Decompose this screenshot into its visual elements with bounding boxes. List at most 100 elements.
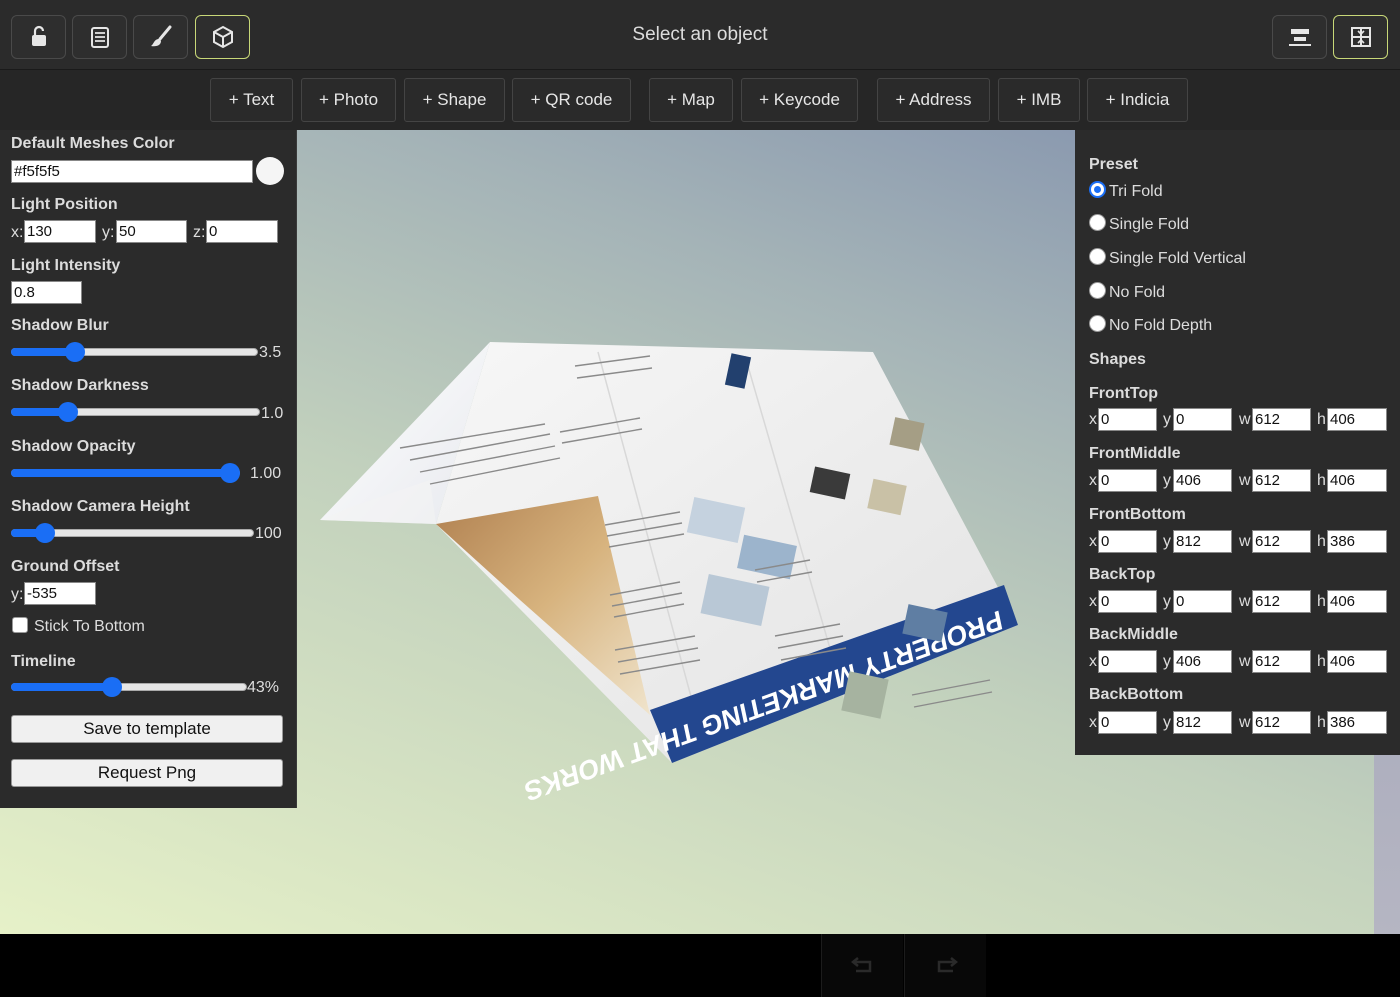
shadow-opacity-value: 1.00: [250, 465, 282, 482]
preset-radio-no-fold-depth[interactable]: [1089, 315, 1106, 332]
shape-name-fronttop: FrontTop: [1089, 385, 1159, 402]
shadow-blur-label: Shadow Blur: [11, 317, 109, 334]
undo-button[interactable]: [821, 934, 903, 997]
shape-x-input[interactable]: 0: [1098, 590, 1157, 613]
add-text-button[interactable]: + Text: [210, 78, 293, 122]
shape-h-input[interactable]: 406: [1327, 469, 1387, 492]
shape-x-label: x: [1089, 593, 1097, 610]
shape-w-label: w: [1239, 714, 1251, 731]
shape-h-input[interactable]: 406: [1327, 650, 1387, 673]
shape-w-input[interactable]: 612: [1252, 530, 1311, 553]
shadow-blur-slider[interactable]: [11, 342, 258, 362]
add-address-button[interactable]: + Address: [877, 78, 990, 122]
top-toolbar: Select an object: [0, 0, 1400, 70]
shape-y-label: y: [1163, 653, 1171, 670]
slider-thumb[interactable]: [220, 463, 240, 483]
shape-w-input[interactable]: 612: [1252, 408, 1311, 431]
shape-x-input[interactable]: 0: [1098, 530, 1157, 553]
preset-label-no-fold-depth: No Fold Depth: [1109, 317, 1213, 334]
add-keycode-button[interactable]: + Keycode: [741, 78, 858, 122]
shape-y-input[interactable]: 0: [1173, 408, 1232, 431]
shadow-blur-value: 3.5: [259, 344, 282, 361]
shape-y-input[interactable]: 812: [1173, 530, 1232, 553]
shape-y-input[interactable]: 0: [1173, 590, 1232, 613]
preset-radio-tri-fold[interactable]: [1089, 181, 1106, 198]
shape-h-label: h: [1317, 472, 1326, 489]
shadow-opacity-slider[interactable]: [11, 463, 240, 483]
redo-icon: [937, 956, 958, 972]
preset-radio-single-fold[interactable]: [1089, 214, 1106, 231]
light-intensity-input[interactable]: 0.8: [11, 281, 82, 304]
shape-w-label: w: [1239, 653, 1251, 670]
shape-name-backbottom: BackBottom: [1089, 686, 1184, 703]
stick-to-bottom-checkbox[interactable]: [12, 617, 28, 633]
shape-name-backtop: BackTop: [1089, 566, 1156, 583]
add-object-bar: + Text + Photo + Shape + QR code + Map +…: [0, 70, 1400, 130]
slider-thumb[interactable]: [102, 677, 123, 697]
slider-thumb[interactable]: [65, 342, 86, 362]
shadow-camera-slider[interactable]: [11, 523, 254, 543]
meshes-color-swatch[interactable]: [256, 157, 284, 185]
shape-name-frontbottom: FrontBottom: [1089, 506, 1186, 523]
preset-label: Preset: [1089, 156, 1138, 173]
shape-w-label: w: [1239, 533, 1251, 550]
shape-w-input[interactable]: 612: [1252, 590, 1311, 613]
shape-y-input[interactable]: 406: [1173, 650, 1232, 673]
add-photo-button[interactable]: + Photo: [301, 78, 396, 122]
add-map-button[interactable]: + Map: [649, 78, 733, 122]
preset-radio-no-fold[interactable]: [1089, 282, 1106, 299]
light-x-label: x:: [11, 224, 24, 241]
shape-x-input[interactable]: 0: [1098, 650, 1157, 673]
preset-radio-single-fold-vertical[interactable]: [1089, 248, 1106, 265]
shape-h-input[interactable]: 406: [1327, 590, 1387, 613]
meshes-color-input[interactable]: #f5f5f5: [11, 160, 253, 183]
add-shape-button[interactable]: + Shape: [404, 78, 505, 122]
save-to-template-button[interactable]: Save to template: [11, 715, 283, 743]
shadow-darkness-label: Shadow Darkness: [11, 377, 149, 394]
shape-y-input[interactable]: 406: [1173, 469, 1232, 492]
shadow-darkness-slider[interactable]: [11, 402, 260, 422]
shape-y-label: y: [1163, 714, 1171, 731]
light-z-input[interactable]: 0: [206, 220, 278, 243]
shape-x-label: x: [1089, 411, 1097, 428]
shape-w-input[interactable]: 612: [1252, 469, 1311, 492]
shape-x-label: x: [1089, 472, 1097, 489]
slider-thumb[interactable]: [58, 402, 79, 422]
redo-button[interactable]: [904, 934, 986, 997]
shadow-camera-label: Shadow Camera Height: [11, 498, 190, 515]
ground-y-input[interactable]: -535: [24, 582, 96, 605]
request-png-button[interactable]: Request Png: [11, 759, 283, 787]
shape-x-input[interactable]: 0: [1098, 469, 1157, 492]
shape-x-input[interactable]: 0: [1098, 711, 1157, 734]
align-center-button[interactable]: [1333, 15, 1388, 59]
shape-h-label: h: [1317, 714, 1326, 731]
ground-y-label: y:: [11, 586, 24, 603]
shape-name-backmiddle: BackMiddle: [1089, 626, 1178, 643]
align-bottom-icon: [1288, 29, 1311, 46]
preset-label-single-fold: Single Fold: [1109, 216, 1190, 233]
shape-y-input[interactable]: 812: [1173, 711, 1232, 734]
shape-x-input[interactable]: 0: [1098, 408, 1157, 431]
shape-w-input[interactable]: 612: [1252, 650, 1311, 673]
add-imb-button[interactable]: + IMB: [998, 78, 1080, 122]
align-bottom-button[interactable]: [1272, 15, 1327, 59]
add-indicia-button[interactable]: + Indicia: [1087, 78, 1188, 122]
shape-h-input[interactable]: 406: [1327, 408, 1387, 431]
light-y-input[interactable]: 50: [116, 220, 187, 243]
add-qr-code-button[interactable]: + QR code: [512, 78, 631, 122]
shape-h-label: h: [1317, 411, 1326, 428]
preset-label-single-fold-vertical: Single Fold Vertical: [1109, 250, 1246, 267]
shape-h-input[interactable]: 386: [1327, 530, 1387, 553]
slider-thumb[interactable]: [35, 523, 56, 543]
light-x-input[interactable]: 130: [24, 220, 96, 243]
shape-x-label: x: [1089, 653, 1097, 670]
shape-w-label: w: [1239, 411, 1251, 428]
shape-y-label: y: [1163, 593, 1171, 610]
shape-y-label: y: [1163, 533, 1171, 550]
shape-x-label: x: [1089, 714, 1097, 731]
align-center-icon: [1350, 27, 1371, 47]
shape-h-input[interactable]: 386: [1327, 711, 1387, 734]
light-y-label: y:: [102, 224, 115, 241]
timeline-slider[interactable]: [11, 677, 247, 697]
shape-w-input[interactable]: 612: [1252, 711, 1311, 734]
